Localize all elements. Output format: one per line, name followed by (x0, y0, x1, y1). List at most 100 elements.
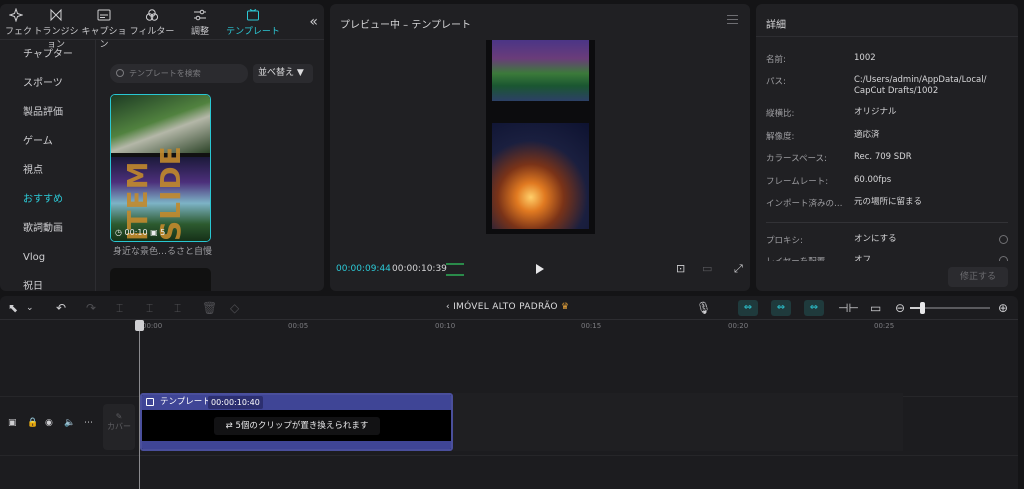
proxy-value[interactable]: オンにする (854, 234, 897, 245)
project-title[interactable]: ‹ IMÓVEL ALTO PADRÃO ♛ (446, 302, 569, 312)
caption-icon (97, 9, 111, 21)
category-item[interactable]: 製品評価 (0, 98, 95, 127)
link-icon[interactable]: ⇔ (804, 300, 824, 316)
apply-changes-button[interactable]: 修正する (948, 267, 1008, 287)
category-item[interactable]: Vlog (0, 243, 95, 272)
ruler-label: 00:00 (142, 322, 163, 330)
details-panel: 詳細 名前: 1002 パス: C:/Users/admin/AppData/L… (756, 4, 1018, 291)
menu-icon[interactable] (727, 15, 738, 24)
clip-replace-note: ⇄ 5個のクリップが置き換えられます (214, 417, 380, 435)
clip-duration: 00:00:10:40 (208, 396, 263, 409)
undo-icon[interactable]: ↶ (56, 301, 66, 315)
proxy-label: プロキシ: (766, 236, 803, 246)
detail-value: 元の場所に留まる (854, 197, 923, 207)
split-right-icon[interactable]: ⌶ (174, 301, 181, 316)
tab-transition[interactable]: トランジション (32, 4, 80, 50)
preview-frame-bottom (492, 123, 589, 229)
replace-icon: ⇄ (225, 421, 236, 431)
track-empty-area (453, 393, 903, 451)
detail-label: 縦横比: (766, 109, 795, 119)
shield-icon[interactable]: ◇ (230, 301, 239, 315)
layer-value[interactable]: オフ (854, 255, 871, 261)
tab-effects[interactable]: フェクト (0, 4, 32, 39)
chevron-down-icon[interactable]: ⌄ (26, 303, 34, 313)
tab-filter[interactable]: フィルター (128, 4, 176, 39)
template-icon (247, 9, 259, 21)
category-item-active[interactable]: おすすめ (0, 185, 95, 214)
category-item[interactable]: チャプター (0, 40, 95, 69)
track-video-icon[interactable]: ▣ (8, 418, 17, 428)
speaker-icon[interactable]: 🔈 (64, 418, 75, 428)
ruler-label: 00:25 (874, 322, 895, 330)
split-view-icon[interactable]: ⊣⊢ (838, 301, 859, 315)
fullscreen-icon[interactable]: ⤢ (734, 262, 743, 276)
redo-icon[interactable]: ↷ (86, 301, 96, 315)
help-icon[interactable] (999, 256, 1008, 261)
category-item[interactable]: スポーツ (0, 69, 95, 98)
category-list: チャプター スポーツ 製品評価 ゲーム 視点 おすすめ 歌詞動画 Vlog 祝日 (0, 40, 96, 291)
sort-button[interactable]: 並べ替え ▼ (253, 64, 313, 83)
category-item[interactable]: ゲーム (0, 127, 95, 156)
divider (766, 222, 1008, 223)
category-item[interactable]: 歌詞動画 (0, 214, 95, 243)
select-cursor-icon[interactable]: ⬉ (8, 301, 18, 315)
split-icon[interactable]: ⌶ (116, 301, 123, 316)
collapse-panel-icon[interactable]: « (309, 14, 318, 30)
preview-axis-icon[interactable]: ▭ (870, 301, 881, 315)
detail-value: オリジナル (854, 107, 897, 117)
template-clip[interactable]: テンプレート 00:00:10:40 ⇄ 5個のクリップが置き換えられます (140, 393, 453, 451)
fit-screen-icon[interactable]: ⊡ (676, 262, 685, 275)
tab-adjust[interactable]: 調整 (176, 4, 224, 39)
clip-count-icon: ▣ (150, 228, 161, 237)
split-left-icon[interactable]: ⌶ (146, 301, 153, 316)
help-icon[interactable] (999, 235, 1008, 244)
zoom-in-icon[interactable]: ⊕ (998, 301, 1008, 315)
category-item[interactable]: 視点 (0, 156, 95, 185)
detail-label: カラースペース: (766, 154, 827, 164)
eye-icon[interactable]: ◉ (45, 418, 53, 428)
ruler-label: 00:15 (581, 322, 602, 330)
template-card[interactable]: ITEM SLIDE ◷ 00:10 ▣ 5 (110, 94, 211, 242)
detail-value: 60.00fps (854, 175, 892, 185)
play-icon[interactable] (536, 264, 544, 274)
template-search-input[interactable]: テンプレートを検索 (110, 64, 248, 83)
detail-label: インポート済みの… (766, 199, 843, 209)
main-track-magnet-icon[interactable]: ⇔ (738, 300, 758, 316)
zoom-slider-handle[interactable] (920, 302, 925, 314)
cover-button[interactable]: ✎ カバー (103, 404, 135, 450)
zoom-out-icon[interactable]: ⊖ (895, 301, 905, 315)
delete-icon[interactable]: 🗑 (202, 301, 217, 315)
clip-header: テンプレート 00:00:10:40 (142, 395, 451, 410)
tab-template[interactable]: テンプレート (224, 4, 282, 39)
template-icon (146, 398, 154, 406)
filter-funnel-icon: ▼ (296, 68, 304, 78)
edit-pencil-icon: ✎ (115, 412, 123, 421)
timeline-ruler[interactable]: 00:00 00:05 00:10 00:15 00:20 00:25 (140, 322, 1018, 336)
assets-panel: フェクト トランジション キャプション フィルター 調整 テンプレート « チャ… (0, 4, 324, 291)
playhead[interactable] (139, 320, 140, 489)
asset-tabs: フェクト トランジション キャプション フィルター 調整 テンプレート (0, 4, 324, 50)
preview-panel: プレビュー中 – テンプレート 00:00:09:44 00:00:10:39 … (330, 4, 750, 291)
layer-label: レイヤーを配置 (766, 255, 825, 261)
detail-value: 1002 (854, 53, 876, 63)
tab-caption[interactable]: キャプション (80, 4, 128, 50)
category-item[interactable]: 祝日 (0, 272, 95, 291)
auto-snap-icon[interactable]: ⇔ (771, 300, 791, 316)
ruler-label: 00:20 (728, 322, 749, 330)
detail-label: 解像度: (766, 132, 795, 142)
template-card[interactable] (110, 268, 211, 291)
chevron-left-icon: ‹ (446, 302, 454, 312)
lock-icon[interactable]: 🔒 (27, 418, 38, 428)
filter-icon (145, 9, 159, 21)
transition-icon (50, 8, 62, 22)
detail-label: パス: (766, 77, 786, 87)
clock-icon: ◷ (115, 228, 122, 237)
template-overlay-text: ITEM SLIDE (121, 145, 187, 241)
detail-value: C:/Users/admin/AppData/Local/ CapCut Dra… (854, 75, 987, 96)
microphone-icon[interactable]: 🎙 (696, 301, 711, 315)
current-timecode: 00:00:09:44 (336, 264, 391, 274)
more-options-icon[interactable]: ⋯ (84, 418, 93, 428)
zoom-slider[interactable] (920, 307, 990, 309)
playhead-handle[interactable] (135, 320, 144, 331)
ratio-icon[interactable]: ▭ (702, 262, 712, 275)
